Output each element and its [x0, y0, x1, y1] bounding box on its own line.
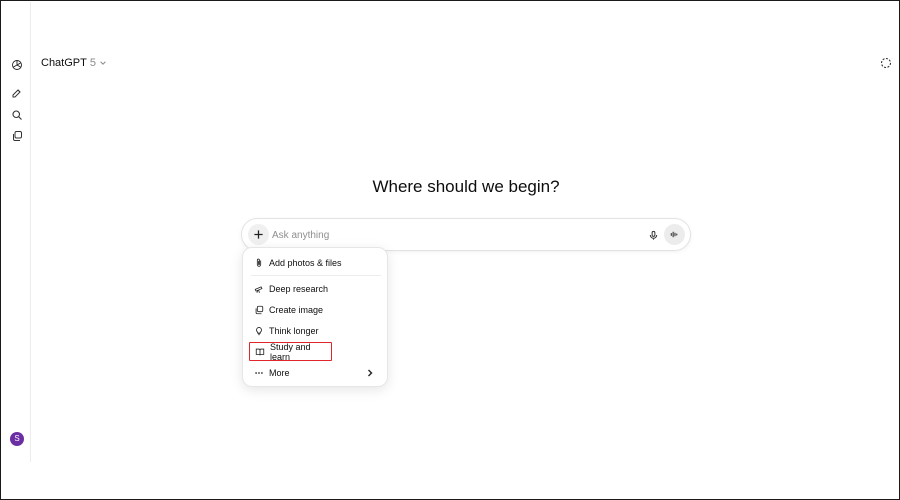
telescope-icon — [254, 285, 263, 293]
new-chat-button[interactable] — [7, 83, 27, 103]
prompt-input[interactable] — [272, 227, 632, 243]
waveform-icon — [670, 231, 678, 238]
model-name: ChatGPT — [41, 57, 87, 69]
openai-logo-icon — [12, 60, 22, 70]
search-icon — [12, 110, 22, 120]
menu-item-more[interactable]: More — [249, 363, 383, 382]
library-button[interactable] — [7, 126, 27, 146]
menu-item-label: Think longer — [269, 325, 319, 336]
paperclip-icon — [256, 258, 262, 267]
chevron-right-icon — [368, 369, 373, 376]
image-icon — [255, 305, 264, 314]
plus-icon — [254, 230, 263, 239]
book-icon — [255, 348, 265, 355]
menu-item-study-and-learn[interactable]: Study and learn — [249, 341, 332, 362]
menu-divider — [251, 275, 381, 276]
lightbulb-icon — [256, 326, 262, 335]
voice-mode-button[interactable] — [664, 224, 685, 245]
menu-item-deep-research[interactable]: Deep research — [249, 279, 383, 298]
dashed-circle-icon — [880, 57, 892, 69]
dictate-button[interactable] — [644, 226, 662, 244]
images-icon — [13, 131, 22, 141]
model-version: 5 — [89, 57, 96, 69]
temporary-chat-button[interactable] — [878, 55, 894, 71]
sidebar-rail: S — [2, 2, 31, 462]
chevron-down-icon — [100, 61, 106, 65]
menu-item-label: Study and learn — [270, 341, 311, 362]
model-selector[interactable]: ChatGPT 5 — [41, 55, 107, 71]
openai-logo-button[interactable] — [7, 55, 27, 75]
menu-item-think-longer[interactable]: Think longer — [249, 321, 383, 340]
menu-item-add-photos-files[interactable]: Add photos & files — [249, 253, 383, 272]
menu-item-label: Deep research — [269, 283, 329, 294]
search-chats-button[interactable] — [7, 105, 27, 125]
attach-menu: Add photos & files Deep research Create … — [242, 247, 388, 387]
attach-menu-button[interactable] — [248, 224, 269, 245]
menu-item-label: Add photos & files — [269, 257, 342, 268]
compose-icon — [12, 89, 21, 98]
microphone-icon — [649, 230, 657, 240]
menu-item-label: More — [269, 367, 290, 378]
menu-item-label: Create image — [269, 304, 324, 315]
app-window: S ChatGPT 5 Where should we begin? Ask a… — [0, 0, 900, 500]
menu-item-create-image[interactable]: Create image — [249, 300, 383, 319]
user-avatar[interactable]: S — [10, 432, 24, 446]
more-dots-icon — [255, 371, 263, 374]
page-title: Where should we begin? — [372, 177, 560, 196]
